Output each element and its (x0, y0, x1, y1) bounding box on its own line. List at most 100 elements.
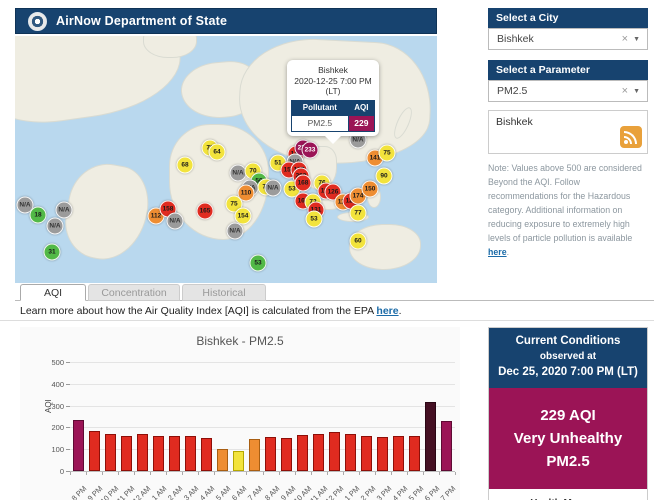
x-axis-tick (214, 472, 215, 475)
chart-bar[interactable] (233, 451, 244, 471)
x-axis-tick (359, 472, 360, 475)
tab-concentration[interactable]: Concentration (88, 284, 180, 301)
parameter-select[interactable]: PM2.5 × ▼ (488, 80, 648, 102)
chart-bar[interactable] (201, 438, 212, 471)
popup-aqi-value: 229 (348, 115, 374, 131)
map-marker[interactable]: 165 (197, 203, 214, 220)
aqi-bar-chart: Bishkek - PM2.5 AQI 01002003004005008 PM… (20, 327, 460, 500)
map-marker[interactable]: 233 (302, 142, 319, 159)
x-axis-tick (182, 472, 183, 475)
chart-bar[interactable] (153, 436, 164, 471)
y-axis-tick (66, 449, 70, 450)
map-marker[interactable]: N/A (167, 213, 184, 230)
x-axis-tick (439, 472, 440, 475)
popup-col-pollutant: Pollutant (292, 100, 349, 115)
app-title: AirNow Department of State (56, 14, 227, 28)
x-axis-tick (246, 472, 247, 475)
chart-bar[interactable] (281, 438, 292, 471)
chart-bar[interactable] (377, 437, 388, 471)
x-axis-tick (118, 472, 119, 475)
popup-table: Pollutant AQI PM2.5 229 (291, 100, 375, 132)
chart-bar[interactable] (313, 434, 324, 471)
map-marker[interactable]: 150 (362, 181, 379, 198)
x-axis-tick (391, 472, 392, 475)
map-marker[interactable]: 53 (250, 255, 267, 272)
city-caret-down-icon[interactable]: ▼ (633, 36, 647, 43)
chart-bar[interactable] (265, 437, 276, 471)
chart-bar[interactable] (329, 432, 340, 471)
map-marker[interactable]: 77 (350, 205, 367, 222)
chart-bar[interactable] (393, 436, 404, 471)
x-axis-tick (279, 472, 280, 475)
map-marker[interactable]: 75 (379, 145, 396, 162)
select-city-header: Select a City (488, 8, 648, 28)
map-marker[interactable]: 53 (306, 211, 323, 228)
chart-bar[interactable] (361, 436, 372, 471)
popup-pollutant-value: PM2.5 (292, 115, 349, 131)
note-suffix: . (507, 247, 509, 257)
world-map[interactable]: N/A18N/AN/A31687064112158N/A165N/A7050N/… (15, 36, 437, 283)
map-marker[interactable]: N/A (56, 202, 73, 219)
chart-bar[interactable] (169, 436, 180, 471)
tab-aqi[interactable]: AQI (20, 284, 86, 301)
y-axis-tick-label: 500 (38, 358, 64, 367)
epa-link[interactable]: here (376, 305, 398, 317)
x-axis-tick (230, 472, 231, 475)
cc-aqi-value: 229 AQI (495, 404, 641, 427)
chart-bar[interactable] (185, 436, 196, 471)
x-axis-tick (263, 472, 264, 475)
map-marker[interactable]: N/A (47, 218, 64, 235)
chart-bar[interactable] (137, 434, 148, 471)
chart-bar[interactable] (441, 421, 452, 471)
city-clear-icon[interactable]: × (617, 33, 633, 45)
x-axis-tick (311, 472, 312, 475)
x-axis-tick (423, 472, 424, 475)
x-axis-tick (102, 472, 103, 475)
map-marker[interactable]: N/A (227, 223, 244, 240)
note-text: Note: Values above 500 are considered Be… (488, 163, 642, 243)
map-marker[interactable]: N/A (265, 180, 282, 197)
city-select[interactable]: Bishkek × ▼ (488, 28, 648, 50)
cc-aqi-block: 229 AQI Very Unhealthy PM2.5 (489, 388, 647, 490)
chart-bar[interactable] (217, 449, 228, 471)
y-axis-tick-label: 100 (38, 445, 64, 454)
rss-city-label: Bishkek (496, 116, 533, 128)
chart-gridline (70, 362, 455, 363)
learn-more-suffix: . (399, 305, 402, 317)
x-axis-tick (295, 472, 296, 475)
cc-title: Current Conditions (493, 333, 643, 350)
x-axis-tick (86, 472, 87, 475)
chart-bar[interactable] (297, 435, 308, 471)
note-here-link[interactable]: here (488, 247, 507, 257)
tab-historical[interactable]: Historical (182, 284, 266, 301)
map-marker[interactable]: 18 (30, 207, 47, 224)
city-select-value: Bishkek (489, 33, 617, 45)
select-parameter-header: Select a Parameter (488, 60, 648, 80)
chart-title: Bishkek - PM2.5 (20, 334, 460, 348)
map-marker[interactable]: 168 (295, 175, 312, 192)
chart-bar[interactable] (121, 436, 132, 471)
chart-bar[interactable] (73, 420, 84, 471)
map-marker[interactable]: 90 (376, 168, 393, 185)
chart-bar[interactable] (249, 439, 260, 471)
x-axis-tick (134, 472, 135, 475)
chart-bar[interactable] (409, 436, 420, 471)
cc-observed-at: observed at (493, 350, 643, 364)
parameter-clear-icon[interactable]: × (617, 85, 633, 97)
map-marker[interactable]: 60 (350, 233, 367, 250)
map-marker[interactable]: 64 (209, 144, 226, 161)
map-marker[interactable]: 68 (177, 157, 194, 174)
chart-bar[interactable] (425, 402, 436, 471)
rss-icon[interactable] (620, 126, 642, 148)
chart-bar[interactable] (89, 431, 100, 471)
x-axis-label: 7 PM (451, 478, 469, 496)
chart-bar[interactable] (345, 434, 356, 471)
x-axis-tick (198, 472, 199, 475)
dos-seal-icon (28, 12, 47, 31)
x-axis-tick (455, 472, 456, 475)
parameter-caret-down-icon[interactable]: ▼ (633, 88, 647, 95)
chart-gridline (70, 406, 455, 407)
chart-bar[interactable] (105, 434, 116, 471)
section-divider (0, 320, 654, 321)
map-marker[interactable]: 31 (44, 244, 61, 261)
